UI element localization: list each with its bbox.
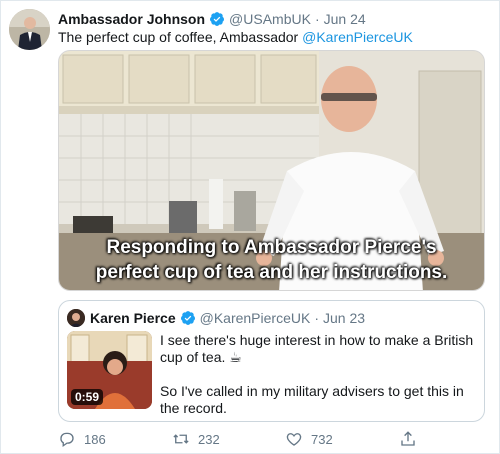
quoted-text-line: the record. [160,400,227,416]
video-duration: 0:59 [71,389,104,405]
separator-dot: · [314,310,319,326]
quoted-author-handle[interactable]: @KarenPierceUK [200,310,311,326]
quoted-tweet-header: Karen Pierce @KarenPierceUK · Jun 23 [90,309,365,327]
video-media[interactable]: Responding to Ambassador Pierce's perfec… [58,50,485,291]
retweet-icon [173,434,189,444]
retweet-button[interactable]: 232 [172,430,220,448]
tweet-text: The perfect cup of coffee, Ambassador @K… [58,29,413,45]
reply-count: 186 [84,431,106,447]
video-caption-line-2: perfect cup of tea and her instructions. [95,262,448,283]
tweet-date[interactable]: Jun 24 [324,11,366,27]
author-name[interactable]: Ambassador Johnson [58,11,205,27]
like-button[interactable]: 732 [285,430,333,448]
tweet-text-body: The perfect cup of coffee, Ambassador [58,29,303,45]
quoted-text-line: So I've called in my military advisers t… [160,383,464,399]
like-icon [286,433,302,446]
mention-link[interactable]: @KarenPierceUK [302,29,413,45]
tweet-card[interactable]: Ambassador Johnson @USAmbUK · Jun 24 The… [0,0,500,454]
quoted-text-line: I see there's huge interest in how to ma… [160,332,474,348]
retweet-count: 232 [198,431,220,447]
quoted-author-avatar[interactable] [67,309,85,327]
author-avatar[interactable] [9,9,50,50]
quoted-author-name[interactable]: Karen Pierce [90,310,176,326]
verified-badge-icon [209,11,225,27]
quoted-text-line: cup of tea. ☕ [160,349,242,365]
verified-badge-icon [180,310,196,326]
tweet-header: Ambassador Johnson @USAmbUK · Jun 24 [58,9,366,29]
quoted-tweet-date[interactable]: Jun 23 [323,310,365,326]
share-button[interactable] [399,430,425,448]
quoted-tweet[interactable]: Karen Pierce @KarenPierceUK · Jun 23 0:5… [58,300,485,422]
separator-dot: · [314,11,320,27]
quoted-tweet-text: I see there's huge interest in how to ma… [160,332,478,417]
share-icon [401,431,415,446]
reply-icon [60,432,74,448]
video-caption-line-1: Responding to Ambassador Pierce's [106,237,437,258]
quoted-video-thumbnail[interactable]: 0:59 [67,331,152,409]
reply-button[interactable]: 186 [58,430,106,448]
like-count: 732 [311,431,333,447]
author-handle[interactable]: @USAmbUK [229,11,311,27]
